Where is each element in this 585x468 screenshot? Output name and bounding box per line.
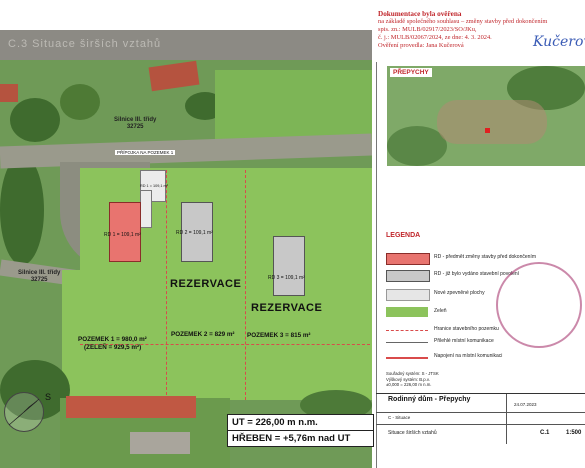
legend-swatch	[386, 270, 430, 282]
legend-swatch	[386, 330, 428, 331]
house-rd3-label: RD 3 = 109,1 m²	[268, 275, 305, 281]
small-area-label: RD 1 = 109,1 m²	[140, 184, 168, 188]
road-label-top: Silnice III. třídy 32725	[114, 117, 156, 131]
neighbor-roof	[0, 84, 18, 102]
neighbor-roof	[148, 60, 200, 92]
house-rd3	[273, 236, 305, 296]
house-rd2-label: RD 2 = 109,1 m²	[176, 230, 213, 236]
house-rd1-label: RD 1 = 109,1 m²	[104, 232, 141, 238]
neighbor-roof	[66, 396, 196, 418]
legend-swatch	[386, 342, 428, 343]
overview-map	[387, 66, 585, 166]
authorization-seal	[496, 262, 582, 348]
reservation-label-2: REZERVACE	[251, 302, 323, 314]
drawing-number: C.1	[540, 430, 550, 436]
legend-swatch	[386, 357, 428, 359]
plot-boundary	[245, 170, 246, 400]
divider	[376, 412, 585, 413]
road-class: Silnice III. třídy	[114, 117, 157, 123]
compass-letter: S	[45, 392, 52, 402]
coordinate-info: Souřadný systém: S - JTSK Výškový systém…	[386, 371, 439, 388]
stamp-line: spis. zn.: MULB/02917/2023/SO/JKu,	[378, 26, 477, 33]
signature: Kučerová	[533, 34, 585, 50]
stamp-title: Dokumentace byla ověřena	[378, 10, 462, 18]
legend-label: Nové zpevněné plochy	[434, 290, 485, 296]
neighbor-building	[130, 432, 190, 454]
part-name: C - Situace	[388, 415, 411, 420]
north-arrow-icon	[4, 392, 44, 432]
tree	[10, 98, 60, 142]
paved-area	[140, 190, 152, 228]
legend-swatch	[386, 307, 428, 317]
connection-label: PŘÍPOJKA NA POZEMEK 1	[115, 150, 176, 155]
title-block: Rodinný dům - Přepychy C - Situace Situa…	[376, 393, 585, 444]
overview-label: PŘEPYCHY	[390, 68, 432, 77]
elevation-box: UT = 226,00 m n.m. HŘEBEN = +5,76m nad U…	[227, 414, 374, 447]
tree	[60, 84, 100, 120]
village-area	[437, 100, 547, 144]
legend-title: LEGENDA	[386, 232, 421, 239]
plot1-area: POZEMEK 1 = 980,0 m²	[78, 336, 147, 343]
road-top	[0, 133, 372, 169]
road-label-left: Silnice III. třídy 32725	[18, 270, 60, 284]
ridge-height: HŘEBEN = +5,76m nad UT	[228, 430, 373, 446]
road-number: 32725	[126, 124, 144, 130]
plot1-green-area: (ZELEŇ = 929,5 m²)	[84, 344, 142, 351]
compass-icon	[8, 398, 40, 426]
plot3-area: POZEMEK 3 = 815 m²	[247, 332, 311, 339]
coordinate-system: Souřadný systém: S - JTSK	[386, 371, 439, 376]
road-number: 32725	[30, 277, 48, 283]
drawing-title: C.3 Situace širších vztahů	[8, 38, 162, 50]
site-marker-icon	[485, 128, 490, 133]
legend-label: Napojení na místní komunikaci	[434, 353, 503, 359]
plot-boundary	[166, 170, 167, 400]
divider	[506, 394, 507, 444]
ground-elevation: UT = 226,00 m n.m.	[232, 417, 318, 428]
aerial-site-plan: PŘÍPOJKA NA POZEMEK 1 RD 1 = 109,1 m² RD…	[0, 60, 372, 468]
drawing-scale: 1:500	[566, 430, 582, 436]
divider	[376, 424, 585, 425]
plot2-area: POZEMEK 2 = 829 m²	[171, 331, 235, 338]
zero-level: ±0,000 = 226,00 m n.m.	[386, 382, 432, 387]
legend-label: Zeleň	[434, 308, 447, 314]
legend-label: Přilehlé místní komunikace	[434, 338, 494, 344]
tree	[0, 155, 44, 265]
project-name: Rodinný dům - Přepychy	[388, 396, 471, 403]
reservation-label-1: REZERVACE	[170, 278, 242, 290]
stamp-line: na základě společného souhlasu – změny s…	[378, 18, 548, 25]
legend-label: Hranice stavebního pozemku	[434, 326, 499, 332]
road-class: Silnice III. třídy	[18, 270, 61, 276]
legend-swatch	[386, 253, 430, 265]
meadow	[215, 70, 372, 142]
drawing-name: Situace širších vztahů	[388, 430, 437, 436]
legend-swatch	[386, 289, 430, 301]
drawing-date: 24.07.2023	[514, 402, 537, 407]
legend-label: RD - předmět změny stavby před dokončení…	[434, 254, 536, 260]
